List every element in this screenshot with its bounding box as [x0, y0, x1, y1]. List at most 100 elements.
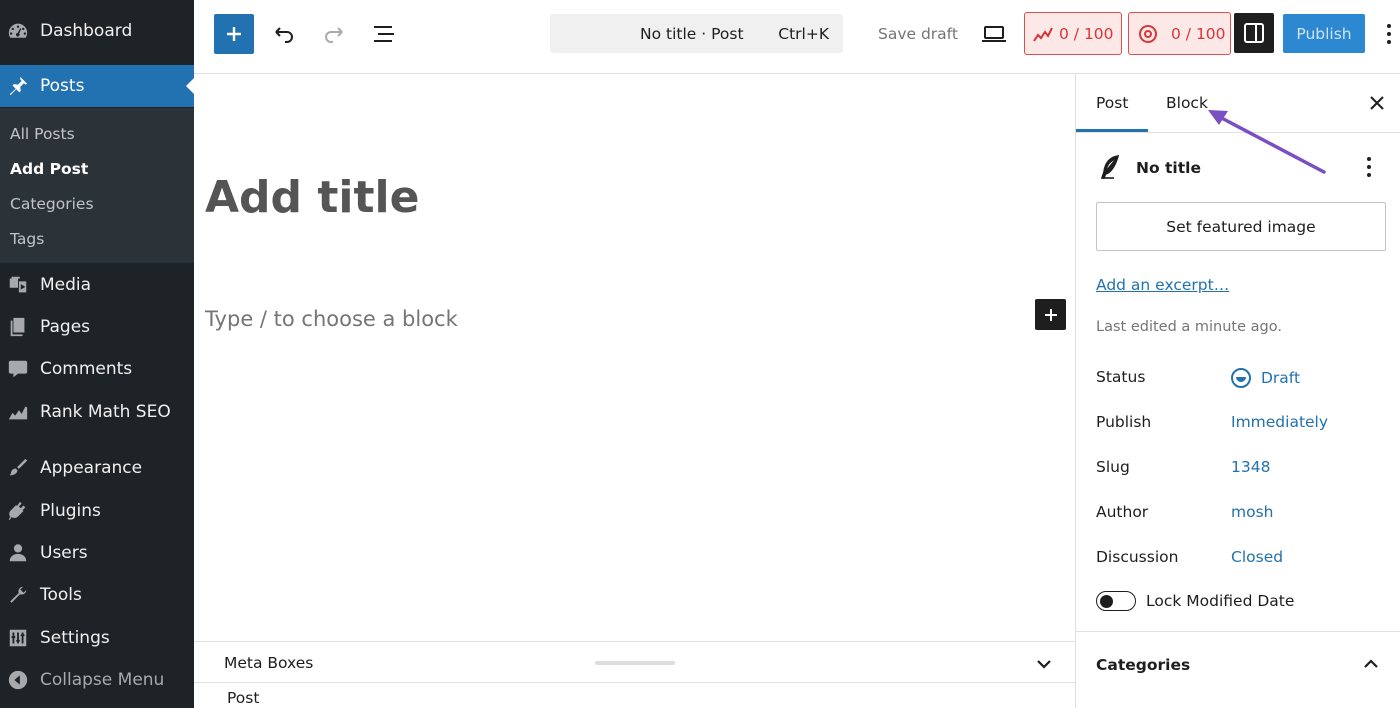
status-value[interactable]: Draft — [1261, 369, 1300, 387]
menu-plugins[interactable]: Plugins — [0, 490, 194, 532]
paintbrush-icon — [6, 456, 30, 480]
menu-appearance[interactable]: Appearance — [0, 447, 194, 489]
dashboard-icon — [6, 19, 30, 43]
close-icon[interactable] — [1366, 92, 1388, 114]
document-title: No title — [1136, 159, 1201, 177]
categories-panel-title[interactable]: Categories — [1096, 656, 1190, 674]
collapse-menu-button[interactable]: Collapse Menu — [0, 659, 194, 701]
submenu-all-posts[interactable]: All Posts — [10, 125, 75, 143]
content-ai-icon — [1139, 24, 1157, 43]
menu-settings-label: Settings — [40, 628, 110, 648]
block-inserter-button[interactable] — [214, 14, 254, 54]
discussion-label: Discussion — [1096, 548, 1179, 566]
user-icon — [6, 541, 30, 565]
vertical-ellipsis-icon[interactable] — [1362, 156, 1376, 178]
author-label: Author — [1096, 503, 1149, 521]
lock-modified-date-label: Lock Modified Date — [1146, 592, 1295, 610]
meta-boxes-label: Meta Boxes — [224, 654, 314, 672]
block-appender[interactable]: Type / to choose a block — [205, 307, 458, 331]
last-edited-text: Last edited a minute ago. — [1096, 319, 1282, 335]
submenu-add-post[interactable]: Add Post — [10, 160, 88, 178]
menu-posts-label: Posts — [40, 76, 85, 96]
list-view-icon — [374, 26, 394, 42]
meta-boxes-panel: Meta Boxes — [194, 641, 1075, 683]
plus-icon — [227, 27, 241, 41]
laptop-icon — [982, 26, 1006, 42]
plug-icon — [6, 499, 30, 523]
rank-math-icon — [6, 400, 30, 424]
menu-settings[interactable]: Settings — [0, 617, 194, 659]
footer-breadcrumb[interactable]: Post — [227, 689, 259, 707]
submenu-categories[interactable]: Categories — [10, 195, 94, 213]
quill-icon — [1100, 155, 1120, 179]
add-excerpt-link[interactable]: Add an excerpt… — [1096, 276, 1229, 294]
set-featured-image-button[interactable]: Set featured image — [1096, 202, 1386, 251]
settings-sliders-icon — [6, 626, 30, 650]
rank-math-seo-score-button[interactable]: 0 / 100 — [1024, 12, 1122, 55]
wrench-icon — [6, 583, 30, 607]
publish-label: Publish — [1096, 413, 1152, 431]
chevron-up-icon[interactable] — [1359, 652, 1383, 676]
undo-icon — [275, 27, 293, 43]
draft-status-icon — [1231, 368, 1251, 388]
command-bar-title: No title · Post — [640, 25, 744, 43]
inline-block-inserter-button[interactable] — [1035, 299, 1066, 330]
save-draft-button[interactable]: Save draft — [878, 25, 958, 43]
slug-label: Slug — [1096, 458, 1130, 476]
menu-posts[interactable]: Posts — [0, 65, 194, 107]
settings-sidebar: Post Block No title Set featured image A… — [1075, 74, 1400, 708]
redo-button[interactable] — [314, 14, 354, 54]
menu-appearance-label: Appearance — [40, 458, 143, 478]
collapse-arrow-icon — [6, 668, 30, 692]
submenu-tags[interactable]: Tags — [10, 230, 44, 248]
status-label: Status — [1096, 368, 1146, 386]
post-title-input[interactable]: Add title — [205, 172, 419, 223]
tab-post[interactable]: Post — [1075, 94, 1150, 132]
menu-dashboard[interactable]: Dashboard — [0, 10, 194, 52]
menu-users[interactable]: Users — [0, 532, 194, 574]
media-icon — [6, 273, 30, 297]
tab-block[interactable]: Block — [1166, 94, 1208, 112]
document-overview-button[interactable] — [364, 14, 404, 54]
meta-boxes-resize-handle[interactable] — [595, 661, 675, 665]
categories-panel: Categories — [1076, 631, 1400, 708]
menu-comments-label: Comments — [40, 359, 133, 379]
discussion-value[interactable]: Closed — [1231, 548, 1283, 566]
menu-plugins-label: Plugins — [40, 501, 101, 521]
command-palette-bar[interactable]: No title · Post Ctrl+K — [550, 14, 843, 53]
author-value[interactable]: mosh — [1231, 503, 1273, 521]
publish-date-value[interactable]: Immediately — [1231, 413, 1328, 431]
chevron-down-icon[interactable] — [1032, 652, 1056, 676]
menu-rank-math[interactable]: Rank Math SEO — [0, 391, 194, 433]
undo-button[interactable] — [264, 14, 304, 54]
menu-tools-label: Tools — [40, 585, 82, 605]
settings-sidebar-toggle[interactable] — [1234, 13, 1274, 53]
seo-score-value: 0 / 100 — [1059, 24, 1114, 43]
rank-math-icon — [1033, 27, 1053, 42]
menu-users-label: Users — [40, 543, 88, 563]
settings-tabs: Post Block — [1075, 74, 1400, 133]
menu-pages-label: Pages — [40, 317, 91, 337]
editor-canvas: Add title Type / to choose a block — [194, 74, 1075, 641]
editor-toolbar: No title · Post Ctrl+K Save draft 0 / 10… — [194, 0, 1400, 74]
comment-bubble-icon — [6, 357, 30, 381]
menu-tools[interactable]: Tools — [0, 574, 194, 616]
lock-modified-date-toggle[interactable] — [1096, 591, 1136, 611]
vertical-ellipsis-icon — [1387, 24, 1391, 44]
menu-rank-math-label: Rank Math SEO — [40, 402, 171, 422]
menu-comments[interactable]: Comments — [0, 348, 194, 390]
plus-icon — [1044, 308, 1057, 321]
pushpin-icon — [6, 74, 30, 98]
toggle-knob — [1100, 594, 1113, 608]
menu-dashboard-label: Dashboard — [40, 21, 133, 41]
menu-media[interactable]: Media — [0, 264, 194, 306]
slug-value[interactable]: 1348 — [1231, 458, 1270, 476]
command-bar-shortcut: Ctrl+K — [778, 25, 829, 43]
publish-button[interactable]: Publish — [1283, 14, 1365, 53]
admin-sidebar: Dashboard Posts All Posts Add Post Categ… — [0, 0, 194, 708]
menu-pages[interactable]: Pages — [0, 306, 194, 348]
options-menu-button[interactable] — [1379, 14, 1399, 54]
menu-media-label: Media — [40, 275, 92, 295]
preview-button[interactable] — [979, 14, 1009, 54]
content-ai-score-button[interactable]: 0 / 100 — [1128, 12, 1231, 55]
